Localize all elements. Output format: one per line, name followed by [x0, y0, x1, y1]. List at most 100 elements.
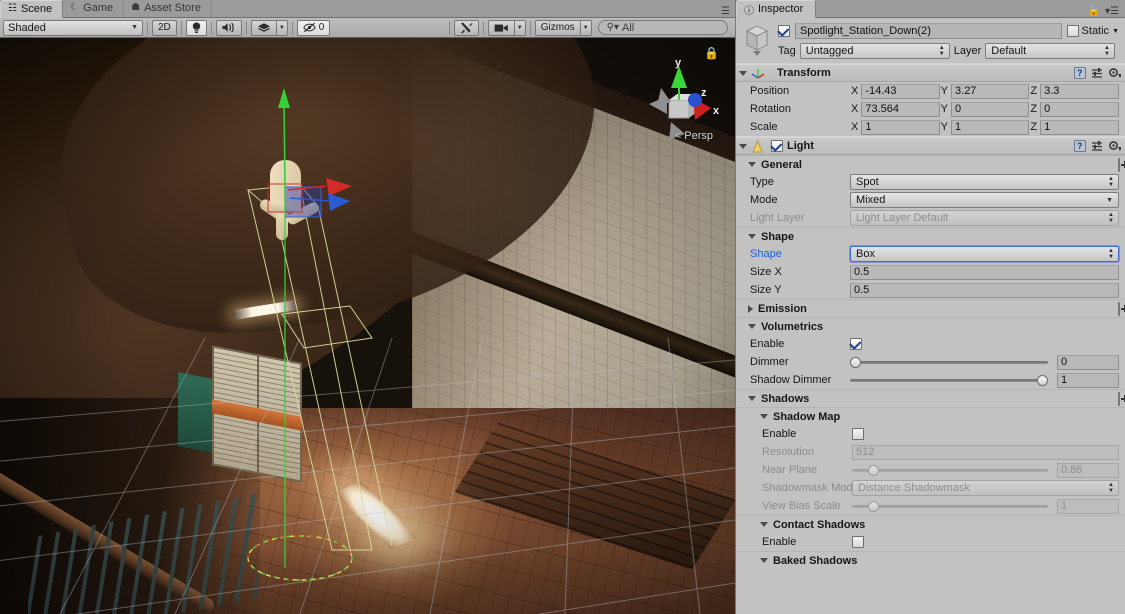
row-size-y: Size Y 0.5	[736, 281, 1125, 299]
section-shadow-map[interactable]: Shadow Map	[736, 407, 1125, 425]
position-y-input[interactable]: 3.27	[951, 83, 1030, 99]
chevron-down-icon[interactable]: ▼	[1112, 28, 1119, 35]
lock-icon[interactable]: 🔓	[1088, 6, 1100, 17]
scale-z-input[interactable]: 1	[1040, 119, 1120, 135]
toggle-2d-button[interactable]: 2D	[152, 19, 177, 36]
gear-icon[interactable]: ▼	[1108, 67, 1121, 79]
preset-icon[interactable]	[1091, 67, 1103, 79]
light-type-dropdown[interactable]: Spot ▲ ▼	[850, 174, 1119, 190]
section-emission[interactable]: Emission	[736, 299, 1125, 317]
section-shadows[interactable]: Shadows	[736, 389, 1125, 407]
tab-scene[interactable]: ☷ Scene	[0, 0, 64, 18]
gameobject-active-checkbox[interactable]	[778, 25, 790, 37]
lighting-toggle-button[interactable]	[185, 19, 207, 36]
component-header-transform[interactable]: Transform ? ▼	[736, 64, 1125, 82]
shadowmap-enable-checkbox[interactable]	[852, 428, 864, 440]
gizmos-button[interactable]: Gizmos	[534, 19, 581, 36]
resolution-input: 512	[852, 444, 1119, 460]
emission-add-button[interactable]	[1118, 301, 1120, 316]
shadows-add-button[interactable]	[1118, 391, 1120, 406]
gizmos-dropdown-arrow[interactable]: ▼	[580, 19, 592, 36]
rotation-x-input[interactable]: 73.564	[861, 101, 940, 117]
chevron-down-icon[interactable]	[760, 558, 768, 563]
volumetrics-enable-checkbox[interactable]	[850, 338, 862, 350]
light-type-value: Spot	[856, 176, 879, 188]
light-enabled-checkbox[interactable]	[771, 140, 783, 152]
rotation-z-input[interactable]: 0	[1040, 101, 1120, 117]
scale-fields: X 1 Y 1 Z 1	[850, 119, 1125, 135]
tab-asset-store[interactable]: ☗ Asset Store	[124, 0, 212, 17]
contact-shadows-enable-checkbox[interactable]	[852, 536, 864, 548]
tab-inspector[interactable]: ⓘ Inspector	[736, 0, 817, 18]
chevron-down-icon[interactable]	[739, 143, 747, 149]
static-checkbox[interactable]	[1066, 25, 1079, 37]
section-shape[interactable]: Shape	[736, 227, 1125, 245]
chevron-right-icon[interactable]	[748, 304, 753, 313]
size-y-label: Size Y	[750, 284, 782, 296]
draw-mode-dropdown[interactable]: Shaded ▼	[3, 19, 143, 36]
light-mode-dropdown[interactable]: Mixed ▼	[850, 192, 1119, 208]
gameobject-name-input[interactable]: Spotlight_Station_Down(2)	[795, 23, 1062, 39]
audio-toggle-button[interactable]	[215, 19, 242, 36]
rotation-y-input[interactable]: 0	[951, 101, 1030, 117]
chevron-down-icon[interactable]	[739, 70, 747, 76]
toggle-2d-label: 2D	[158, 22, 171, 33]
preset-icon[interactable]	[1091, 140, 1103, 152]
gameobject-name-value: Spotlight_Station_Down(2)	[800, 25, 931, 37]
component-header-light[interactable]: Light ? ▼	[736, 137, 1125, 155]
position-z-input[interactable]: 3.3	[1040, 83, 1120, 99]
help-icon[interactable]: ?	[1074, 140, 1086, 152]
slider-knob[interactable]	[850, 356, 861, 368]
scene-viewport[interactable]: 🔒 y x z < Persp	[0, 38, 735, 614]
section-volumetrics[interactable]: Volumetrics	[736, 317, 1125, 335]
hamburger-icon: ☰	[721, 6, 730, 17]
prefab-cube-icon	[742, 23, 772, 57]
general-add-button[interactable]	[1118, 157, 1120, 172]
hidden-objects-button[interactable]: 0	[296, 19, 331, 36]
plus-icon	[1118, 301, 1120, 316]
dimmer-slider[interactable]	[850, 355, 1048, 369]
layer-dropdown[interactable]: Default ▲ ▼	[985, 43, 1115, 59]
hamburger-icon[interactable]: ▾☰	[1105, 6, 1119, 17]
scene-search-input[interactable]: ⚲▾ All	[597, 20, 729, 35]
gear-icon[interactable]: ▼	[1108, 140, 1121, 152]
scene-axis-gizmo[interactable]: y x z	[633, 58, 725, 158]
scale-y-input[interactable]: 1	[951, 119, 1030, 135]
tools-button[interactable]	[453, 19, 479, 36]
tag-dropdown[interactable]: Untagged ▲ ▼	[799, 43, 950, 59]
size-x-input[interactable]: 0.5	[850, 264, 1119, 280]
projection-mode-label[interactable]: < Persp	[675, 130, 713, 142]
tag-layer-row: Tag Untagged ▲ ▼ Layer Default ▲ ▼	[778, 43, 1119, 59]
shadow-dimmer-slider[interactable]	[850, 373, 1048, 387]
svg-text:▼: ▼	[1117, 146, 1122, 152]
section-general[interactable]: General	[736, 155, 1125, 173]
section-baked-shadows[interactable]: Baked Shadows	[736, 551, 1125, 569]
camera-dropdown-arrow[interactable]: ▼	[514, 19, 526, 36]
svg-text:?: ?	[1077, 68, 1083, 78]
chevron-down-icon[interactable]	[760, 522, 768, 527]
scene-tab-menu[interactable]: ☰	[721, 6, 735, 17]
help-icon[interactable]: ?	[1074, 67, 1086, 79]
scene-camera-button[interactable]	[487, 19, 515, 36]
chevron-down-icon[interactable]	[748, 162, 756, 167]
shadow-dimmer-input[interactable]: 1	[1057, 372, 1119, 388]
effects-toggle-button[interactable]	[250, 19, 277, 36]
toolbar-divider	[529, 20, 531, 35]
section-contact-shadows[interactable]: Contact Shadows	[736, 515, 1125, 533]
size-x-label: Size X	[750, 266, 782, 278]
dimmer-input[interactable]: 0	[1057, 354, 1119, 370]
slider-knob[interactable]	[1037, 374, 1048, 386]
chevron-down-icon[interactable]	[748, 324, 756, 329]
scale-x-input[interactable]: 1	[861, 119, 940, 135]
size-y-input[interactable]: 0.5	[850, 282, 1119, 298]
chevron-down-icon[interactable]	[748, 396, 756, 401]
shape-dropdown[interactable]: Box ▲ ▼	[850, 246, 1119, 262]
tag-value: Untagged	[805, 45, 854, 57]
position-x-input[interactable]: -14.43	[861, 83, 940, 99]
chevron-down-icon[interactable]	[760, 414, 768, 419]
row-resolution: Resolution 512	[736, 443, 1125, 461]
tab-game[interactable]: ☾ Game	[63, 0, 125, 17]
store-icon: ☗	[131, 2, 141, 13]
chevron-down-icon[interactable]	[748, 234, 756, 239]
effects-dropdown-arrow[interactable]: ▼	[276, 19, 288, 36]
